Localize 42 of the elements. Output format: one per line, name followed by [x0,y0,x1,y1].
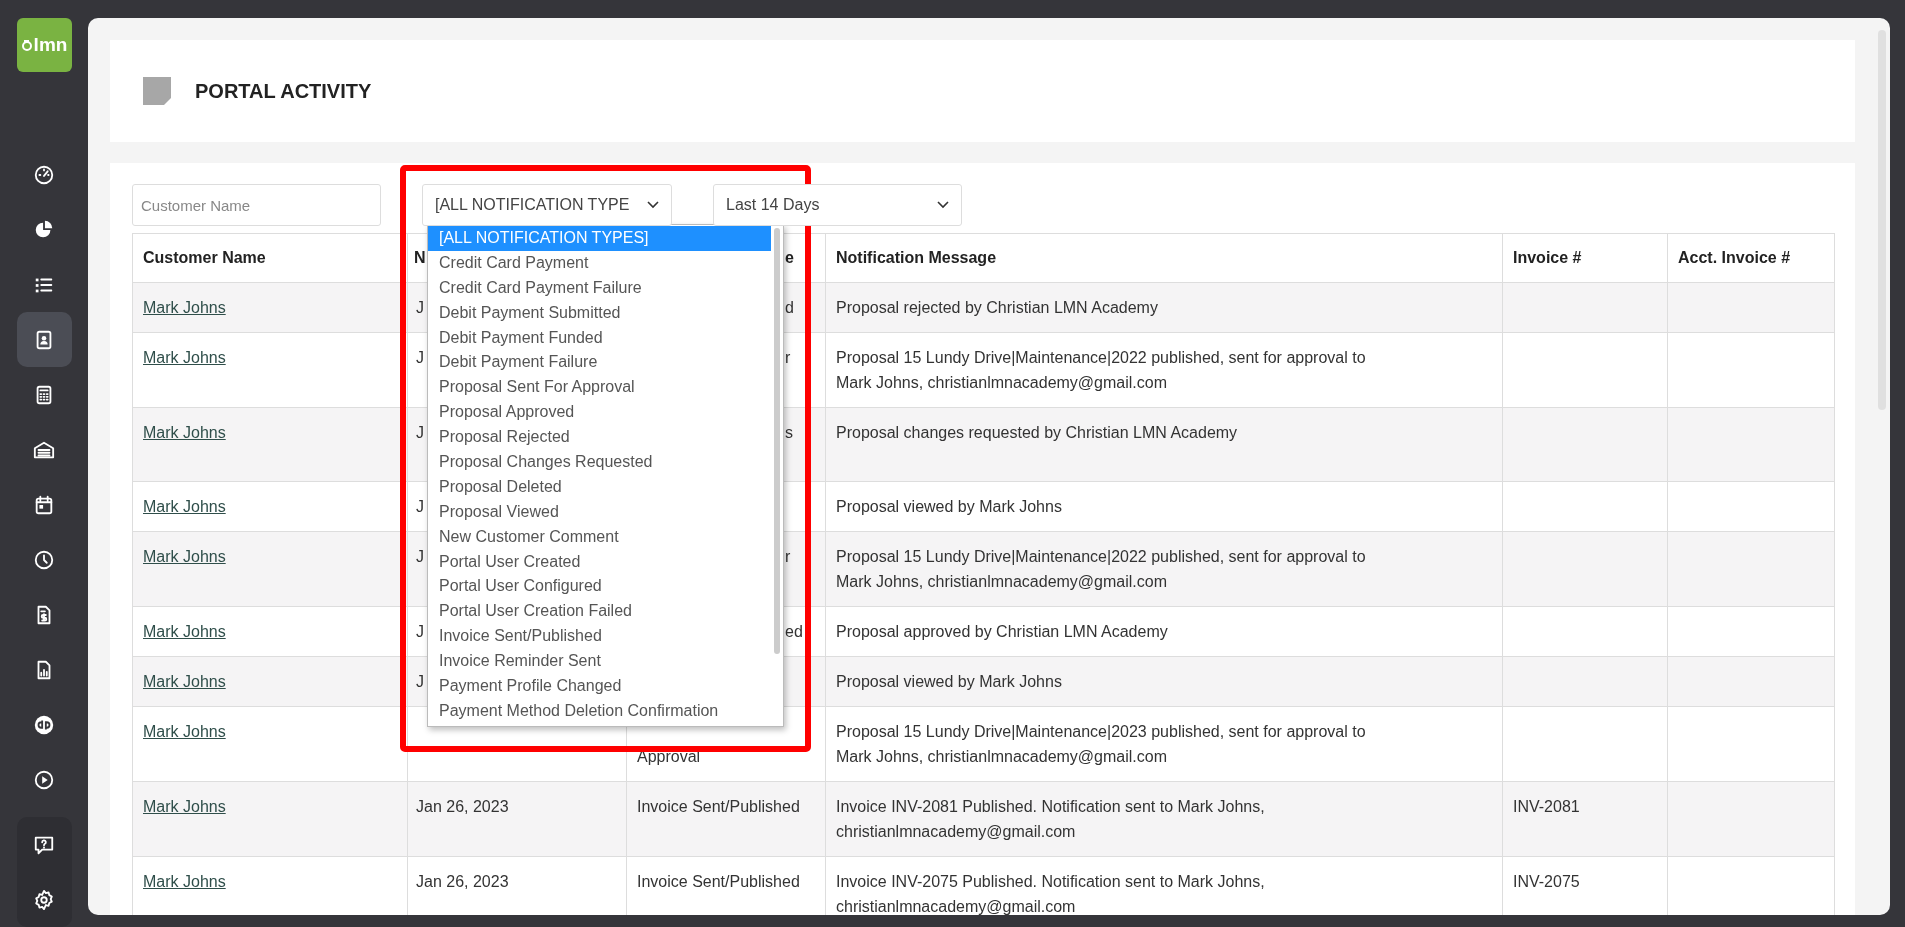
settings-icon [33,888,55,911]
page-title: PORTAL ACTIVITY [195,79,372,103]
column-header: Acct. Invoice # [1667,233,1835,283]
scrollbar[interactable] [774,228,780,654]
table-cell: Proposal rejected by Christian LMN Academy [825,282,1503,333]
table-cell: Invoice Sent/Published [626,781,826,857]
table-cell: INV-2081 [1502,781,1668,857]
qb-icon [33,713,55,736]
table-cell: Proposal 15 Lundy Drive|Maintenance|2022 published, sent for approval to Mark Johns, christianlmnacademy@gmail.com [825,332,1503,408]
customer-link[interactable]: Mark Johns [143,623,226,640]
table-cell: Proposal 15 Lundy Drive|Maintenance|2023 published, sent for approval to Mark Johns, christianlmnacademy@gmail.com [825,706,1503,782]
customer-link[interactable]: Mark Johns [143,873,226,890]
customer-link[interactable]: Mark Johns [143,723,226,740]
table-cell: Proposal changes requested by Christian LMN Academy [825,407,1503,482]
customer-name-field[interactable]: Customer Name [132,184,381,226]
table-cell: Invoice INV-2081 Published. Notification sent to Mark Johns, christianlmnacademy@gmail.com [825,781,1503,857]
customer-link[interactable]: Mark Johns [143,299,226,316]
logo-mark-icon [20,39,33,51]
customer-link[interactable]: Mark Johns [143,498,226,515]
column-header: Notification Message [825,233,1503,283]
table-cell: Proposal 15 Lundy Drive|Maintenance|2022 published, sent for approval to Mark Johns, christianlmnacademy@gmail.com [825,531,1503,607]
caret-icon [647,201,659,209]
gauge-icon [33,163,55,186]
clock-icon [33,548,55,571]
table-cell: Proposal approved by Christian LMN Academy [825,606,1503,657]
notification-type-select[interactable]: [ALL NOTIFICATION TYPE [422,184,672,226]
calendar-icon [33,493,55,516]
sidebar-item[interactable] [16,312,72,367]
note-icon [143,77,171,105]
table-cell: Jan 26, 2023 [407,781,627,857]
column-header: Customer Name [132,233,408,283]
caret-icon [937,201,949,209]
customer-link[interactable]: Mark Johns [143,349,226,366]
table-cell: Proposal viewed by Mark Johns [825,481,1503,532]
customer-link[interactable]: Mark Johns [143,798,226,815]
customer-link[interactable]: Mark Johns [143,548,226,565]
table-cell: Proposal viewed by Mark Johns [825,656,1503,707]
period-select[interactable]: Last 14 Days [713,184,962,226]
customer-link[interactable]: Mark Johns [143,424,226,441]
column-header: Invoice # [1502,233,1668,283]
customer-link[interactable]: Mark Johns [143,673,226,690]
play-icon [33,768,55,791]
